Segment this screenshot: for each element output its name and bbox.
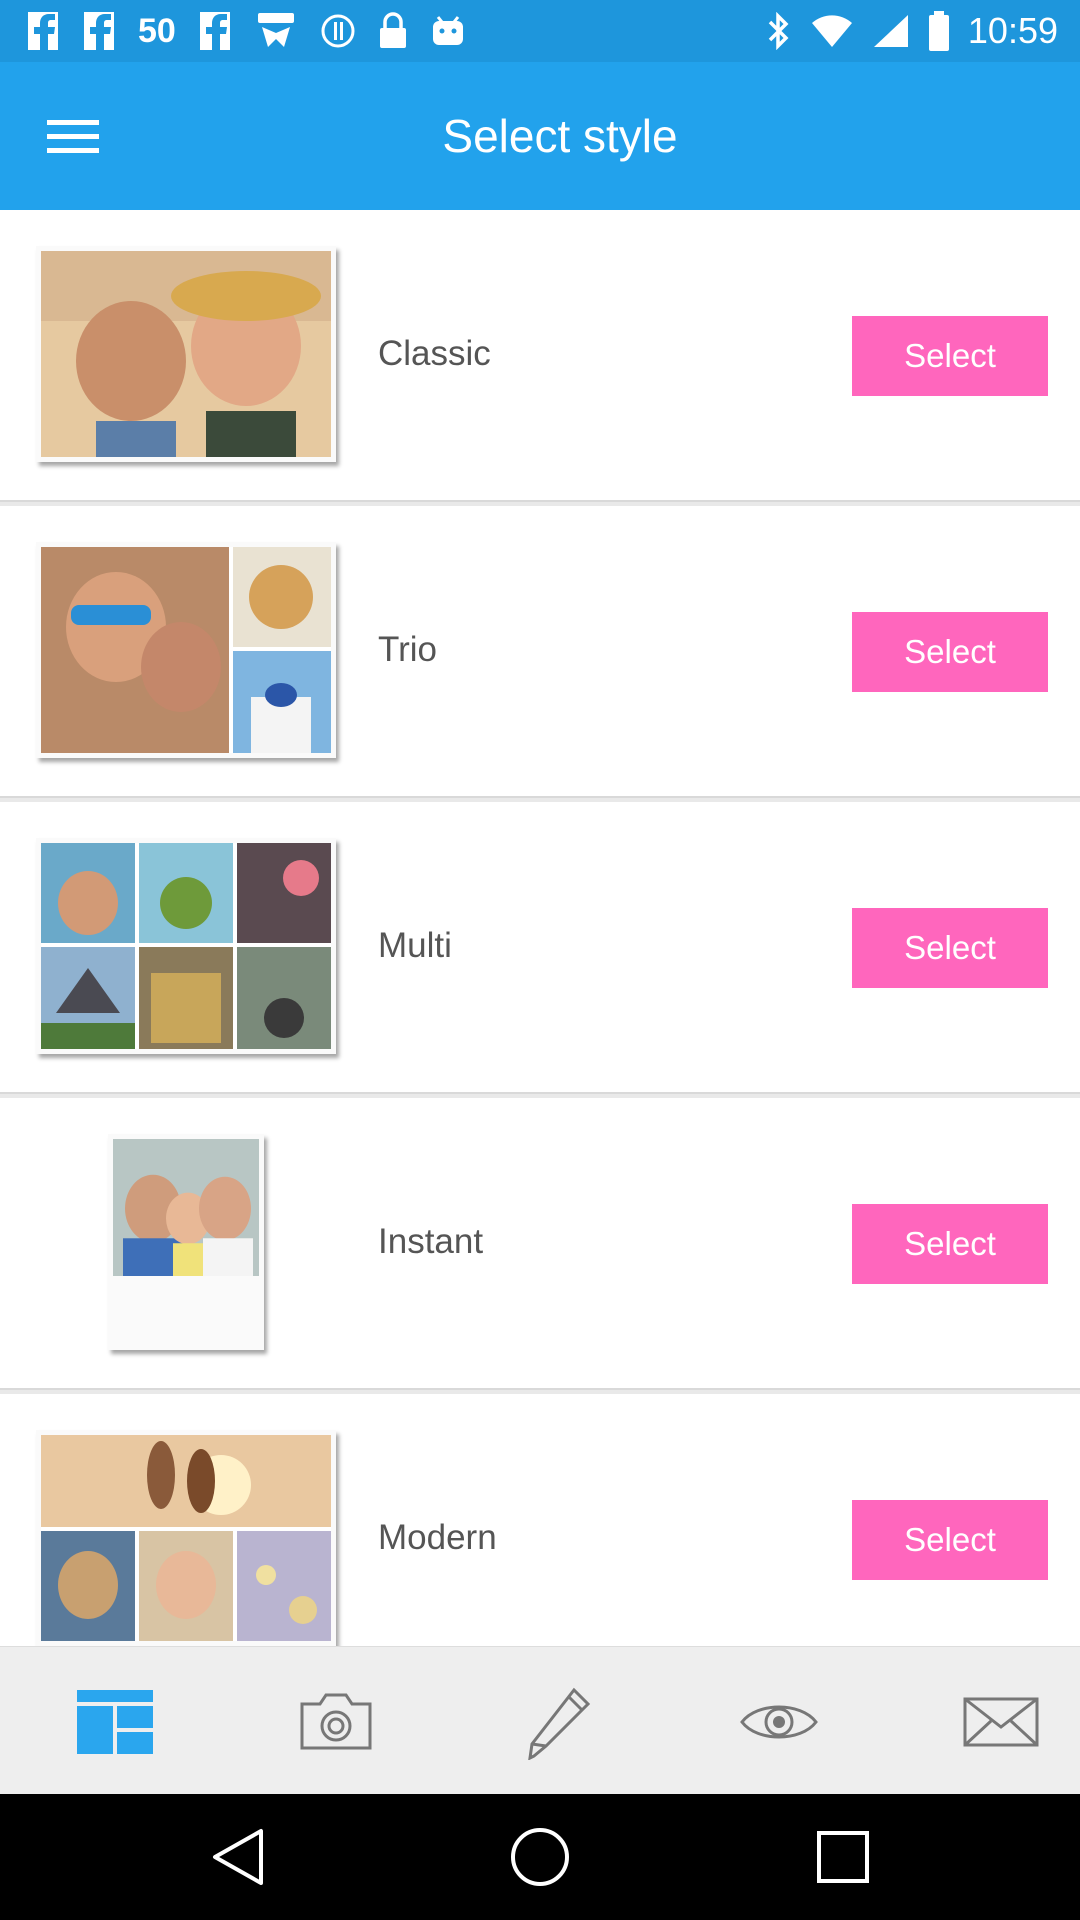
select-classic-button[interactable]: Select bbox=[852, 316, 1048, 396]
style-name: Instant bbox=[378, 1222, 484, 1261]
tab-send[interactable] bbox=[956, 1677, 1046, 1767]
style-row-instant[interactable]: Instant Select bbox=[0, 1098, 1080, 1390]
signal-icon bbox=[873, 15, 908, 47]
status-time: 10:59 bbox=[967, 10, 1058, 51]
tab-edit[interactable] bbox=[513, 1677, 603, 1767]
bluetooth-icon bbox=[768, 12, 789, 50]
select-multi-button[interactable]: Select bbox=[852, 908, 1048, 988]
recents-icon bbox=[817, 1831, 869, 1883]
bottom-toolbar bbox=[0, 1646, 1080, 1794]
modern-preview-image bbox=[36, 1430, 336, 1646]
notification-count: 50 bbox=[138, 12, 176, 50]
classic-preview-image bbox=[36, 246, 336, 462]
fake-gps-icon bbox=[257, 13, 294, 47]
back-button[interactable] bbox=[204, 1824, 270, 1890]
style-row-classic[interactable]: Classic Select bbox=[0, 210, 1080, 502]
camera-icon bbox=[300, 1693, 372, 1750]
app-bar: Select style bbox=[0, 62, 1080, 210]
style-row-multi[interactable]: Multi Select bbox=[0, 802, 1080, 1094]
select-trio-button[interactable]: Select bbox=[852, 612, 1048, 692]
battery-icon bbox=[928, 11, 949, 51]
layout-icon bbox=[77, 1690, 153, 1754]
select-instant-button[interactable]: Select bbox=[852, 1204, 1048, 1284]
tab-camera[interactable] bbox=[291, 1677, 381, 1767]
home-button[interactable] bbox=[507, 1824, 573, 1890]
style-name: Classic bbox=[378, 334, 491, 373]
page-title: Select style bbox=[442, 110, 678, 162]
status-left: 50 bbox=[26, 10, 466, 52]
tab-layout[interactable] bbox=[70, 1677, 160, 1767]
style-name: Modern bbox=[378, 1518, 497, 1557]
sync-icon bbox=[321, 14, 355, 48]
home-icon bbox=[511, 1828, 569, 1886]
instant-preview-image bbox=[108, 1134, 264, 1350]
style-list[interactable]: Classic Select Trio Select Multi Select … bbox=[0, 210, 1080, 1646]
wifi-icon bbox=[811, 15, 852, 47]
fb-icon bbox=[28, 12, 58, 50]
style-name: Trio bbox=[378, 630, 437, 669]
mail-icon bbox=[963, 1697, 1039, 1747]
fb-icon bbox=[199, 12, 230, 50]
multi-preview-image bbox=[36, 838, 336, 1054]
trio-preview-image bbox=[36, 542, 336, 758]
style-row-trio[interactable]: Trio Select bbox=[0, 506, 1080, 798]
system-nav-bar bbox=[0, 1794, 1080, 1920]
status-bar: 50 10:59 bbox=[0, 0, 1080, 62]
style-row-modern[interactable]: Modern Select bbox=[0, 1394, 1080, 1646]
android-icon bbox=[432, 16, 463, 45]
status-right: 10:59 bbox=[766, 10, 1058, 52]
recents-button[interactable] bbox=[810, 1824, 876, 1890]
fb-icon bbox=[84, 12, 114, 50]
tab-preview[interactable] bbox=[734, 1677, 824, 1767]
pencil-icon bbox=[528, 1687, 591, 1760]
eye-icon bbox=[740, 1705, 818, 1739]
style-name: Multi bbox=[378, 926, 452, 965]
back-icon bbox=[213, 1829, 263, 1885]
select-modern-button[interactable]: Select bbox=[852, 1500, 1048, 1580]
lock-icon bbox=[379, 12, 406, 48]
